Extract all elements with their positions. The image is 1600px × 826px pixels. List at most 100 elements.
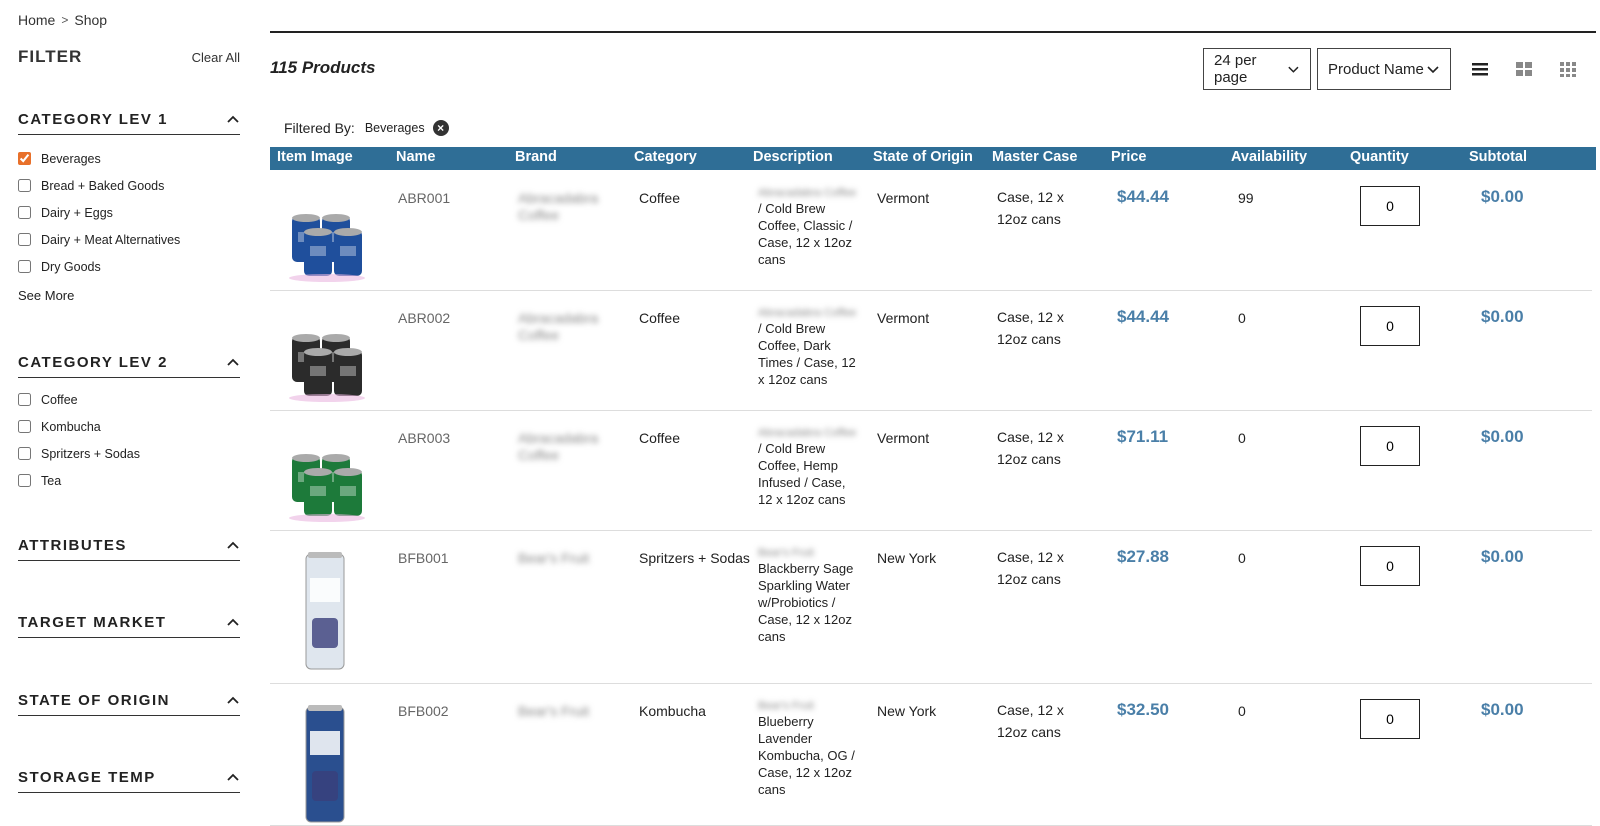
product-brand[interactable]: Abracadabra Coffee [518, 190, 598, 224]
checkbox[interactable] [18, 420, 31, 433]
checkbox[interactable] [18, 260, 31, 273]
col-subtotal: Subtotal [1469, 149, 1527, 165]
filter-tag: Beverages [364, 121, 425, 135]
product-brand[interactable]: Bear's Fruit [518, 703, 598, 720]
breadcrumb-current: Shop [74, 12, 108, 28]
col-category[interactable]: Category [634, 149, 697, 165]
product-image[interactable] [300, 701, 350, 826]
product-brand[interactable]: Abracadabra Coffee [518, 430, 598, 464]
product-count: 115 Products [270, 58, 376, 77]
filter-option-dairy-alternatives[interactable]: Dairy + Meat Alternatives [18, 226, 240, 253]
col-brand[interactable]: Brand [515, 149, 557, 165]
chevron-up-icon[interactable] [226, 112, 240, 126]
product-image[interactable] [300, 548, 350, 673]
section-title: CATEGORY LEV 1 [18, 110, 168, 128]
option-label: Beverages [41, 151, 101, 166]
product-availability: 0 [1238, 310, 1246, 326]
quantity-input[interactable] [1360, 186, 1420, 226]
category-lev1-header[interactable]: CATEGORY LEV 1 [18, 104, 240, 135]
sort-value: Product Name [1328, 60, 1424, 78]
section-title: CATEGORY LEV 2 [18, 353, 168, 371]
option-label: Dairy + Eggs [41, 205, 113, 220]
checkbox[interactable] [18, 474, 31, 487]
product-image[interactable] [282, 186, 372, 286]
checkbox[interactable] [18, 179, 31, 192]
filter-option-coffee[interactable]: Coffee [18, 386, 240, 413]
product-description: Abracadabra Coffee / Cold Brew Coffee, D… [758, 307, 862, 388]
grid-view-icon[interactable] [1515, 60, 1533, 78]
product-description: Abracadabra Coffee / Cold Brew Coffee, H… [758, 427, 862, 508]
product-brand[interactable]: Bear's Fruit [518, 550, 598, 567]
storage-temp-section: STORAGE TEMP [18, 762, 240, 793]
category-lev2-header[interactable]: CATEGORY LEV 2 [18, 347, 240, 378]
checkbox[interactable] [18, 233, 31, 246]
breadcrumb-home[interactable]: Home [18, 12, 55, 28]
chevron-up-icon[interactable] [226, 770, 240, 784]
filter-option-spritzers[interactable]: Spritzers + Sodas [18, 440, 240, 467]
product-sku[interactable]: ABR001 [398, 190, 450, 207]
product-sku[interactable]: BFB002 [398, 703, 449, 720]
product-category: Coffee [639, 430, 680, 446]
filter-option-tea[interactable]: Tea [18, 467, 240, 494]
quantity-input[interactable] [1360, 699, 1420, 739]
clear-all-link[interactable]: Clear All [192, 50, 240, 65]
checkbox[interactable] [18, 152, 31, 165]
storage-temp-header[interactable]: STORAGE TEMP [18, 762, 240, 793]
remove-filter-icon[interactable]: × [432, 120, 449, 136]
section-title: STORAGE TEMP [18, 768, 156, 786]
quantity-input[interactable] [1360, 306, 1420, 346]
state-of-origin-header[interactable]: STATE OF ORIGIN [18, 685, 240, 716]
filtered-by: Filtered By: Beverages × [284, 120, 449, 136]
filter-option-beverages[interactable]: Beverages [18, 145, 240, 172]
product-description: Abracadabra Coffee / Cold Brew Coffee, C… [758, 187, 862, 268]
target-market-section: TARGET MARKET [18, 607, 240, 638]
product-subtotal: $0.00 [1481, 187, 1524, 206]
compact-grid-icon[interactable] [1559, 60, 1577, 78]
filter-header: FILTER Clear All [18, 44, 240, 70]
per-page-select[interactable]: 24 per page [1203, 48, 1311, 90]
product-availability: 0 [1238, 550, 1246, 566]
product-sku[interactable]: ABR002 [398, 310, 450, 327]
see-more-link[interactable]: See More [18, 288, 74, 303]
checkbox[interactable] [18, 206, 31, 219]
per-page-value: 24 per page [1214, 52, 1257, 86]
filter-option-dry-goods[interactable]: Dry Goods [18, 253, 240, 280]
list-view-icon[interactable] [1471, 60, 1489, 78]
target-market-header[interactable]: TARGET MARKET [18, 607, 240, 638]
description-brand: Abracadabra Coffee [758, 427, 857, 439]
filter-option-bread[interactable]: Bread + Baked Goods [18, 172, 240, 199]
product-sku[interactable]: ABR003 [398, 430, 450, 447]
product-image[interactable] [282, 426, 372, 526]
checkbox[interactable] [18, 393, 31, 406]
product-brand[interactable]: Abracadabra Coffee [518, 310, 598, 344]
description-text: / Cold Brew Coffee, Dark Times / Case, 1… [758, 321, 856, 387]
col-price[interactable]: Price [1111, 149, 1146, 165]
filter-option-dairy-eggs[interactable]: Dairy + Eggs [18, 199, 240, 226]
description-text: / Cold Brew Coffee, Hemp Infused / Case,… [758, 441, 846, 507]
col-state-of-origin[interactable]: State of Origin [873, 149, 973, 165]
product-subtotal: $0.00 [1481, 547, 1524, 566]
product-category: Coffee [639, 190, 680, 206]
chevron-up-icon[interactable] [226, 615, 240, 629]
chevron-up-icon[interactable] [226, 355, 240, 369]
description-text: Blueberry Lavender Kombucha, OG / Case, … [758, 714, 855, 797]
product-subtotal: $0.00 [1481, 700, 1524, 719]
chevron-down-icon [1288, 66, 1299, 73]
product-master-case: Case, 12 x 12oz cans [997, 189, 1064, 227]
chevron-up-icon[interactable] [226, 538, 240, 552]
product-image[interactable] [282, 306, 372, 406]
product-price: $32.50 [1117, 700, 1169, 719]
product-availability: 0 [1238, 703, 1246, 719]
quantity-input[interactable] [1360, 546, 1420, 586]
product-category: Kombucha [639, 703, 706, 719]
sort-select[interactable]: Product Name [1317, 48, 1451, 90]
quantity-input[interactable] [1360, 426, 1420, 466]
attributes-header[interactable]: ATTRIBUTES [18, 530, 240, 561]
product-subtotal: $0.00 [1481, 427, 1524, 446]
chevron-up-icon[interactable] [226, 693, 240, 707]
filter-option-kombucha[interactable]: Kombucha [18, 413, 240, 440]
product-sku[interactable]: BFB001 [398, 550, 449, 567]
table-header: Item Image Name Brand Category Descripti… [270, 147, 1596, 170]
checkbox[interactable] [18, 447, 31, 460]
col-name[interactable]: Name [396, 149, 436, 165]
